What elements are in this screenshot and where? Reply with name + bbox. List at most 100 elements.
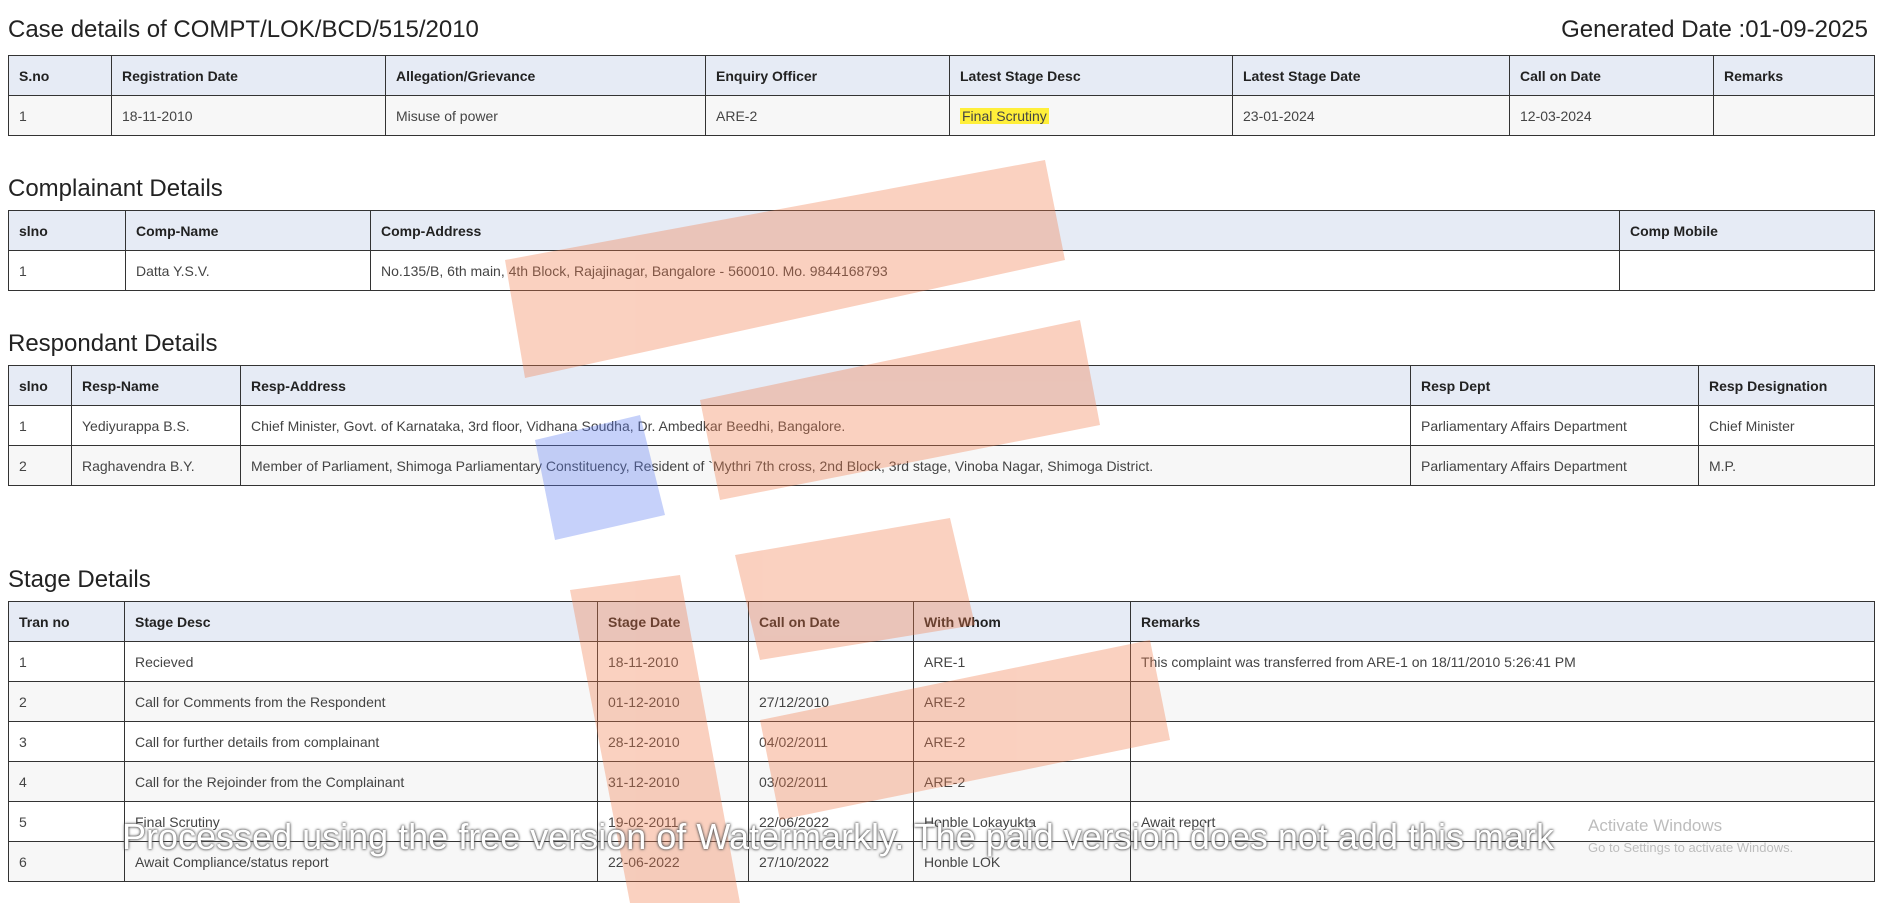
stage-date-cell: 22-06-2022 <box>597 841 749 882</box>
slno-cell: 1 <box>8 405 72 446</box>
case-page: Case details of COMPT/LOK/BCD/515/2010 G… <box>8 0 1875 882</box>
column-header: Resp Dept <box>1410 365 1699 406</box>
tran-no-cell: 3 <box>8 721 125 762</box>
resp-address-cell: Member of Parliament, Shimoga Parliament… <box>240 445 1411 486</box>
respondent-table: slno Resp-Name Resp-Address Resp Dept Re… <box>8 365 1875 486</box>
column-header: Tran no <box>8 601 125 642</box>
column-header: Call on Date <box>1509 55 1714 96</box>
table-row: 1 18-11-2010 Misuse of power ARE-2 Final… <box>8 95 1875 136</box>
tran-no-cell: 2 <box>8 681 125 722</box>
stage-desc-cell: Recieved <box>124 641 598 682</box>
registration-date-cell: 18-11-2010 <box>111 95 386 136</box>
stage-desc-cell: Await Compliance/status report <box>124 841 598 882</box>
case-details-table: S.no Registration Date Allegation/Grieva… <box>8 55 1875 136</box>
highlighted-stage: Final Scrutiny <box>960 107 1049 124</box>
table-row: 1 Recieved 18-11-2010 ARE-1 This complai… <box>8 641 1875 682</box>
resp-designation-cell: M.P. <box>1698 445 1875 486</box>
comp-mobile-cell <box>1619 250 1875 291</box>
table-row: 6 Await Compliance/status report 22-06-2… <box>8 841 1875 882</box>
slno-cell: 2 <box>8 445 72 486</box>
column-header: Stage Date <box>597 601 749 642</box>
column-header: Registration Date <box>111 55 386 96</box>
column-header: slno <box>8 210 126 251</box>
column-header: Comp-Name <box>125 210 371 251</box>
table-row: 5 Final Scrutiny 19-02-2011 22/06/2022 H… <box>8 801 1875 842</box>
generated-date: Generated Date :01-09-2025 <box>1561 16 1868 43</box>
with-whom-cell: ARE-2 <box>913 721 1131 762</box>
tran-no-cell: 4 <box>8 761 125 802</box>
column-header: Resp-Name <box>71 365 241 406</box>
enquiry-officer-cell: ARE-2 <box>705 95 950 136</box>
stage-desc-cell: Call for the Rejoinder from the Complain… <box>124 761 598 802</box>
remarks-cell <box>1130 681 1875 722</box>
table-header-row: S.no Registration Date Allegation/Grieva… <box>8 55 1875 96</box>
with-whom-cell: ARE-2 <box>913 681 1131 722</box>
stage-desc-cell: Call for further details from complainan… <box>124 721 598 762</box>
resp-designation-cell: Chief Minister <box>1698 405 1875 446</box>
column-header: Remarks <box>1130 601 1875 642</box>
stage-date-cell: 19-02-2011 <box>597 801 749 842</box>
table-header-row: slno Resp-Name Resp-Address Resp Dept Re… <box>8 365 1875 406</box>
respondent-section-title: Respondant Details <box>8 330 218 357</box>
resp-dept-cell: Parliamentary Affairs Department <box>1410 405 1699 446</box>
table-row: 1 Yediyurappa B.S. Chief Minister, Govt.… <box>8 405 1875 446</box>
page-title: Case details of COMPT/LOK/BCD/515/2010 <box>8 16 479 43</box>
comp-address-cell: No.135/B, 6th main, 4th Block, Rajajinag… <box>370 250 1620 291</box>
table-row: 2 Call for Comments from the Respondent … <box>8 681 1875 722</box>
call-on-date-cell: 03/02/2011 <box>748 761 914 802</box>
resp-address-cell: Chief Minister, Govt. of Karnataka, 3rd … <box>240 405 1411 446</box>
stage-details-table: Tran no Stage Desc Stage Date Call on Da… <box>8 601 1875 882</box>
complainant-section-title: Complainant Details <box>8 175 223 202</box>
table-header-row: slno Comp-Name Comp-Address Comp Mobile <box>8 210 1875 251</box>
latest-stage-date-cell: 23-01-2024 <box>1232 95 1510 136</box>
sno-cell: 1 <box>8 95 112 136</box>
column-header: Enquiry Officer <box>705 55 950 96</box>
call-on-date-cell: 04/02/2011 <box>748 721 914 762</box>
remarks-cell: Await report <box>1130 801 1875 842</box>
comp-name-cell: Datta Y.S.V. <box>125 250 371 291</box>
table-row: 1 Datta Y.S.V. No.135/B, 6th main, 4th B… <box>8 250 1875 291</box>
stage-desc-cell: Call for Comments from the Respondent <box>124 681 598 722</box>
tran-no-cell: 5 <box>8 801 125 842</box>
stage-date-cell: 28-12-2010 <box>597 721 749 762</box>
call-on-date-cell <box>748 641 914 682</box>
resp-dept-cell: Parliamentary Affairs Department <box>1410 445 1699 486</box>
table-row: 4 Call for the Rejoinder from the Compla… <box>8 761 1875 802</box>
column-header: With Whom <box>913 601 1131 642</box>
column-header: Latest Stage Desc <box>949 55 1233 96</box>
resp-name-cell: Raghavendra B.Y. <box>71 445 241 486</box>
stage-desc-cell: Final Scrutiny <box>124 801 598 842</box>
remarks-cell <box>1713 95 1875 136</box>
tran-no-cell: 1 <box>8 641 125 682</box>
resp-name-cell: Yediyurappa B.S. <box>71 405 241 446</box>
stage-date-cell: 01-12-2010 <box>597 681 749 722</box>
case-header: Case details of COMPT/LOK/BCD/515/2010 G… <box>8 0 1874 44</box>
column-header: Allegation/Grievance <box>385 55 706 96</box>
column-header: Latest Stage Date <box>1232 55 1510 96</box>
table-row: 2 Raghavendra B.Y. Member of Parliament,… <box>8 445 1875 486</box>
column-header: slno <box>8 365 72 406</box>
column-header: S.no <box>8 55 112 96</box>
tran-no-cell: 6 <box>8 841 125 882</box>
with-whom-cell: Honble LOK <box>913 841 1131 882</box>
table-row: 3 Call for further details from complain… <box>8 721 1875 762</box>
allegation-cell: Misuse of power <box>385 95 706 136</box>
with-whom-cell: ARE-2 <box>913 761 1131 802</box>
column-header: Comp-Address <box>370 210 1620 251</box>
column-header: Remarks <box>1713 55 1875 96</box>
column-header: Comp Mobile <box>1619 210 1875 251</box>
slno-cell: 1 <box>8 250 126 291</box>
complainant-table: slno Comp-Name Comp-Address Comp Mobile … <box>8 210 1875 291</box>
call-on-date-cell: 27/12/2010 <box>748 681 914 722</box>
remarks-cell <box>1130 841 1875 882</box>
remarks-cell: This complaint was transferred from ARE-… <box>1130 641 1875 682</box>
remarks-cell <box>1130 761 1875 802</box>
with-whom-cell: ARE-1 <box>913 641 1131 682</box>
remarks-cell <box>1130 721 1875 762</box>
stage-date-cell: 18-11-2010 <box>597 641 749 682</box>
column-header: Resp Designation <box>1698 365 1875 406</box>
stage-section-title: Stage Details <box>8 566 151 593</box>
call-on-date-cell: 22/06/2022 <box>748 801 914 842</box>
column-header: Resp-Address <box>240 365 1411 406</box>
column-header: Call on Date <box>748 601 914 642</box>
